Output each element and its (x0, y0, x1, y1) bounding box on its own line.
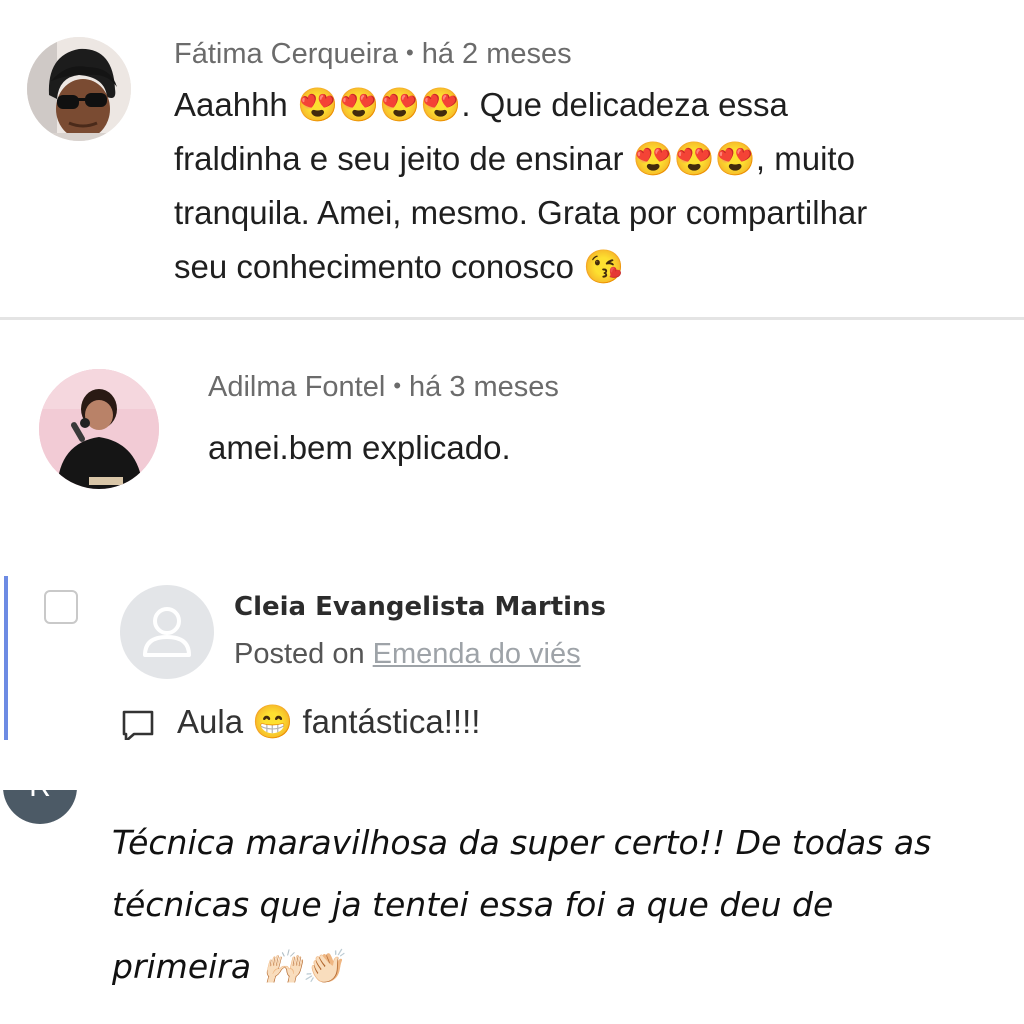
handwritten-comment: Técnica maravilhosa da super certo!! De … (112, 812, 1012, 998)
select-checkbox[interactable] (44, 590, 78, 624)
separator-dot: • (393, 373, 402, 398)
comment-line: Técnica maravilhosa da super certo!! De … (112, 823, 932, 862)
separator-dot: • (406, 40, 414, 65)
hands-emoji: 🙌🏻👏🏻 (261, 947, 344, 986)
comment-body: amei.bem explicado. (208, 429, 511, 466)
timestamp: há 2 meses (421, 38, 572, 70)
posted-on: Posted on Emenda do viés (234, 638, 581, 670)
header-overlay (0, 740, 1024, 788)
comment-line: Aaahhh 😍😍😍😍. Que delicadeza essa (174, 78, 994, 132)
card-author-name[interactable]: Cleia Evangelista Martins (234, 592, 606, 622)
kiss-emoji: 😘 (583, 248, 625, 285)
comment-line: seu conhecimento conosco 😘 (174, 240, 994, 294)
comment-meta: Fátima Cerqueira • há 2 meses (174, 38, 572, 71)
spacer (0, 788, 1024, 790)
section-divider (0, 317, 1024, 320)
user-photo-icon (39, 369, 159, 489)
grin-emoji: 😁 (252, 703, 294, 740)
author-name[interactable]: Adilma Fontel (208, 371, 385, 403)
heart-eyes-emoji: 😍😍😍😍 (296, 86, 462, 123)
post-link[interactable]: Emenda do viés (373, 638, 581, 670)
heart-eyes-emoji: 😍😍😍 (632, 140, 756, 177)
comment-line: tranquila. Amei, mesmo. Grata por compar… (174, 194, 868, 231)
avatar-placeholder[interactable] (120, 585, 214, 679)
avatar-fatima[interactable] (27, 37, 131, 141)
comment-line: fraldinha e seu jeito de ensinar 😍😍😍, mu… (174, 132, 994, 186)
comment-line: primeira 🙌🏻👏🏻 (112, 936, 1012, 998)
card-comment-text: Aula 😁 fantástica!!!! (177, 703, 481, 740)
comment-line: técnicas que ja tentei essa foi a que de… (112, 885, 834, 924)
comment-meta: Adilma Fontel • há 3 meses (208, 371, 559, 404)
user-photo-icon (27, 37, 131, 141)
user-icon (143, 607, 191, 657)
timestamp: há 3 meses (409, 371, 559, 403)
avatar-adilma[interactable] (39, 369, 159, 489)
comment-body: Aaahhh 😍😍😍😍. Que delicadeza essa fraldin… (174, 78, 994, 294)
author-name[interactable]: Fátima Cerqueira (174, 38, 398, 70)
